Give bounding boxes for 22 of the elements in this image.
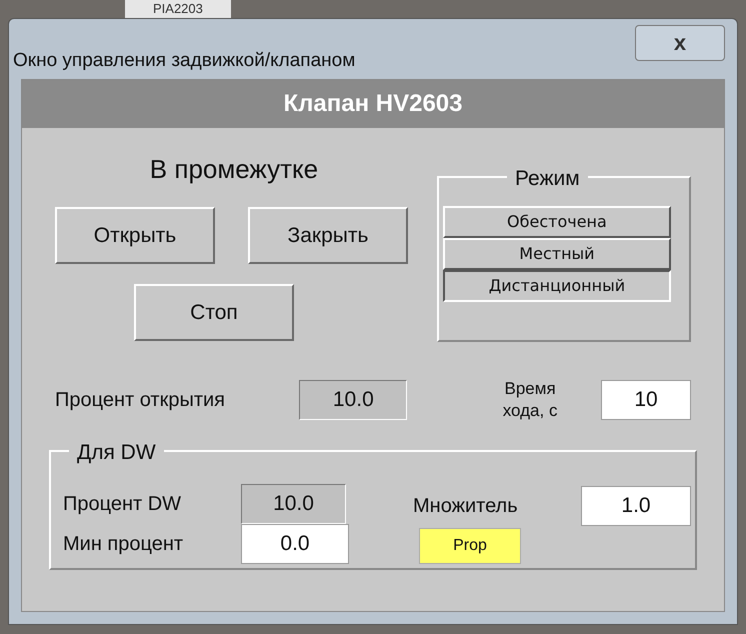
mode-option[interactable]: Дистанционный	[442, 270, 671, 302]
field-label: Мин процент	[63, 532, 184, 557]
close-button[interactable]: x	[635, 25, 725, 61]
valve-status: В промежутке	[150, 153, 318, 186]
dw-percent-value: 10.0	[241, 484, 346, 524]
prop-button[interactable]: Prop	[419, 528, 521, 564]
background-tag: PIA2203	[125, 0, 231, 18]
open-percent-value: 10.0	[299, 380, 408, 420]
multiplier-field[interactable]: 1.0	[581, 486, 691, 526]
field-label: Процент DW	[63, 492, 182, 517]
field-label: Множитель	[413, 494, 519, 519]
field-label: Время хода, с	[502, 378, 558, 422]
valve-header: Клапан HV2603	[22, 80, 724, 128]
command-button[interactable]: Открыть	[55, 207, 215, 264]
field-label: Процент открытия	[55, 388, 226, 413]
travel-time-field[interactable]: 10	[601, 380, 691, 420]
window-title: Окно управления задвижкой/клапаном	[13, 49, 356, 73]
min-percent-field[interactable]: 0.0	[241, 524, 349, 564]
mode-option[interactable]: Обесточена	[442, 206, 671, 238]
mode-option[interactable]: Местный	[442, 238, 671, 270]
command-button[interactable]: Закрыть	[248, 207, 408, 264]
stop-button[interactable]: Стоп	[134, 284, 294, 341]
